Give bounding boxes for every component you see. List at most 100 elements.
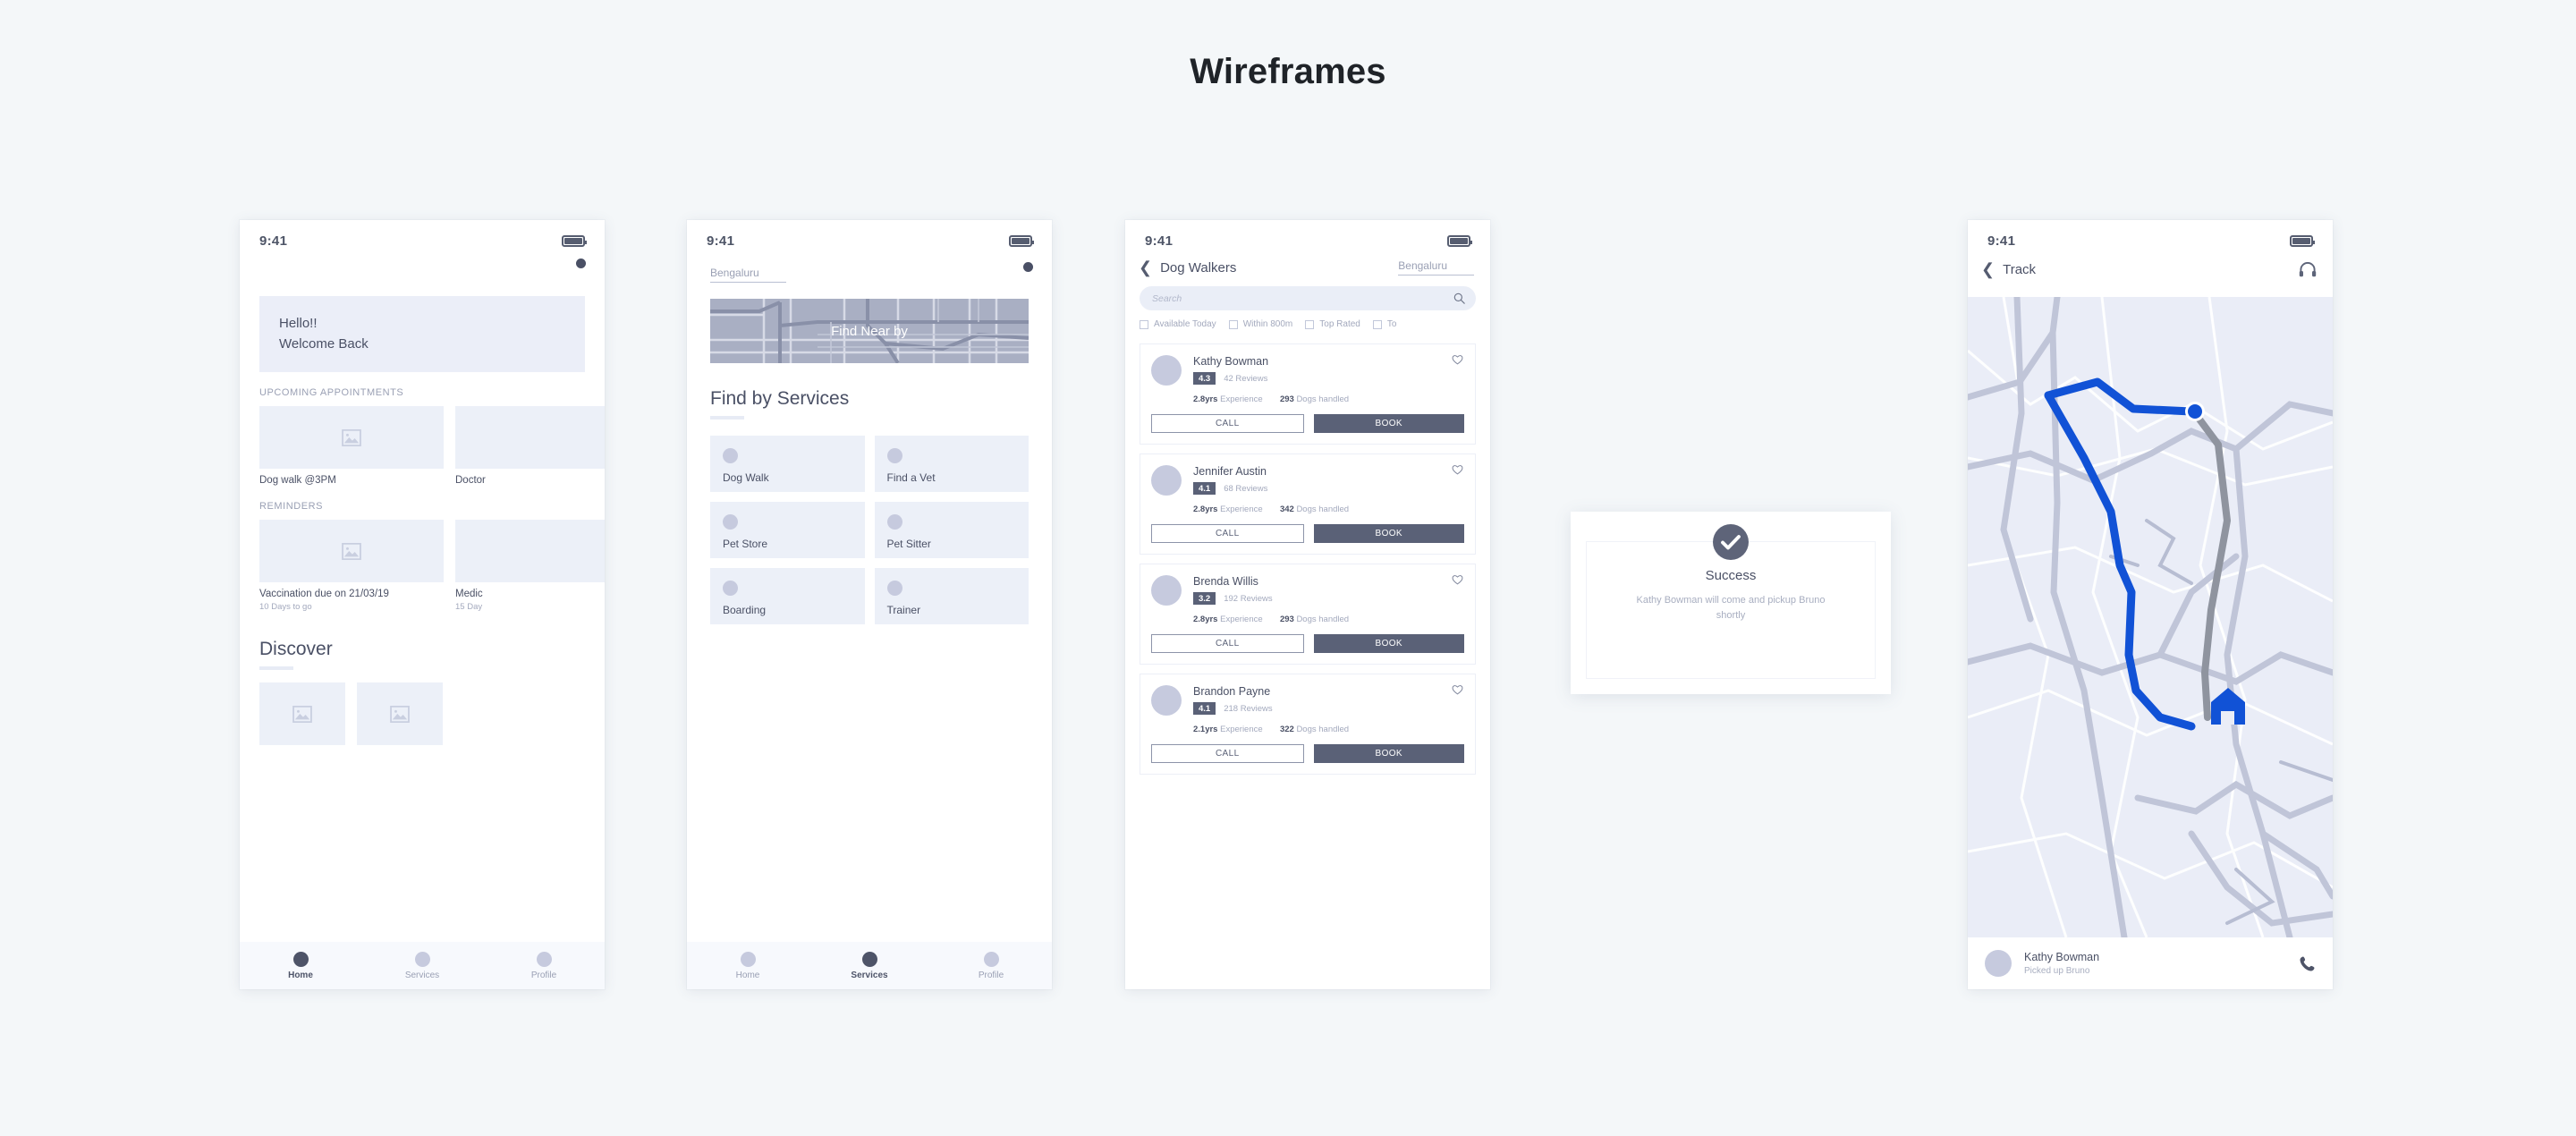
wireframe-board: Wireframes 9:41 Hello!! Welcome Back UPC… [0,0,2576,1136]
call-button[interactable]: CALL [1151,634,1304,653]
check-icon [1721,534,1741,549]
walker-card[interactable]: Brenda Willis 3.2 192 Reviews 2.8yrs Exp… [1140,564,1476,665]
search-icon[interactable] [1453,292,1465,304]
appointment-card[interactable]: Doctor [455,406,605,486]
favorite-heart-icon[interactable] [1452,464,1463,475]
discover-card[interactable] [259,682,345,745]
heading-accent-bar [259,666,293,670]
favorite-heart-icon[interactable] [1452,574,1463,585]
dogs-label: Dogs handled [1296,615,1350,624]
bottom-navigation[interactable]: Home Services Profile [240,942,605,989]
city-dropdown[interactable]: Bengaluru [1398,259,1474,276]
nav-item-profile[interactable]: Profile [483,951,605,980]
nav-item-services[interactable]: Services [361,951,483,980]
filter-top-rated[interactable]: Top Rated [1305,319,1360,329]
dogs-value: 293 [1279,615,1294,624]
nav-label: Home [288,970,313,980]
reminder-card[interactable]: Medic 15 Day [455,520,605,612]
book-button[interactable]: BOOK [1313,414,1464,433]
find-nearby-map[interactable]: Find Near by [710,299,1029,363]
book-button[interactable]: BOOK [1313,524,1464,543]
service-card-find-a-vet[interactable]: Find a Vet [874,436,1029,492]
avatar [1151,575,1182,606]
profile-avatar-button[interactable] [562,259,586,283]
nav-item-home[interactable]: Home [687,951,809,980]
favorite-heart-icon[interactable] [1452,354,1463,365]
dogs-label: Dogs handled [1296,504,1350,514]
checkbox-icon[interactable] [1305,319,1315,329]
headset-icon[interactable] [2299,261,2317,277]
checkbox-icon[interactable] [1140,319,1148,329]
service-card-pet-sitter[interactable]: Pet Sitter [874,502,1029,558]
image-placeholder-icon [342,428,361,446]
phone-screen-services: 9:41 Bengaluru Find Near by Find by Serv… [687,220,1052,989]
checkbox-icon[interactable] [1372,319,1382,329]
image-placeholder-icon [342,542,361,560]
page-title: Wireframes [1190,52,1386,91]
reviews-count: 192 Reviews [1224,593,1273,604]
filter-label: Top Rated [1319,319,1360,329]
services-grid[interactable]: Dog Walk Find a Vet Pet Store Pet Sitter… [710,436,1029,624]
services-icon [414,951,430,967]
success-modal-inner: Success Kathy Bowman will come and picku… [1586,524,1876,679]
service-card-trainer[interactable]: Trainer [874,568,1029,624]
profile-avatar-button[interactable] [1009,262,1033,286]
service-card-dog-walk[interactable]: Dog Walk [710,436,865,492]
walker-name: Kathy Bowman [2024,951,2100,963]
city-value: Bengaluru [710,267,759,279]
appointment-card[interactable]: Dog walk @3PM [259,406,444,486]
appointment-title: Dog walk @3PM [259,475,336,486]
call-button[interactable]: CALL [1151,524,1304,543]
reminder-card[interactable]: Vaccination due on 21/03/19 10 Days to g… [259,520,444,612]
experience-value: 2.8yrs [1193,615,1218,624]
phone-screen-track: 9:41 ❮ Track Kathy Bowman Picked up Brun… [1968,220,2333,989]
dogs-value: 293 [1279,394,1294,404]
search-input[interactable]: Search [1140,286,1476,310]
pet-sitter-icon [886,514,902,530]
experience-label: Experience [1220,504,1263,514]
book-button[interactable]: BOOK [1313,634,1464,653]
back-button[interactable]: ❮ Track [1981,261,2036,277]
walker-card[interactable]: Jennifer Austin 4.1 68 Reviews 2.8yrs Ex… [1140,454,1476,555]
app-bar: ❮ Track [1968,256,2333,277]
nav-item-home[interactable]: Home [240,951,361,980]
filter-available-today[interactable]: Available Today [1140,319,1216,329]
walker-status-bar[interactable]: Kathy Bowman Picked up Bruno [1968,937,2333,989]
city-dropdown[interactable]: Bengaluru [710,267,786,283]
pet-store-icon [723,514,738,530]
phone-icon[interactable] [2299,955,2316,972]
filter-truncated[interactable]: To [1372,319,1396,329]
favorite-heart-icon[interactable] [1452,684,1463,695]
experience-label: Experience [1220,725,1263,734]
discover-card[interactable] [357,682,443,745]
status-bar: 9:41 [240,220,605,256]
book-button[interactable]: BOOK [1313,744,1464,763]
walker-card[interactable]: Brandon Payne 4.1 218 Reviews 2.1yrs Exp… [1140,674,1476,775]
track-map[interactable] [1968,297,2333,937]
call-button[interactable]: CALL [1151,744,1304,763]
experience-value: 2.8yrs [1193,394,1218,404]
screen-title: Dog Walkers [1160,259,1237,276]
walker-card[interactable]: Kathy Bowman 4.3 42 Reviews 2.8yrs Exper… [1140,343,1476,445]
nav-item-profile[interactable]: Profile [930,951,1052,980]
reminders-caption: REMINDERS [259,501,323,512]
screen-title: Track [2003,261,2037,277]
call-button[interactable]: CALL [1151,414,1304,433]
success-modal: Success Kathy Bowman will come and picku… [1571,512,1891,694]
filter-chips[interactable]: Available Today Within 800m Top Rated To [1125,310,1490,329]
checkbox-icon[interactable] [1228,319,1238,329]
nav-item-services[interactable]: Services [809,951,930,980]
back-button[interactable]: ❮ Dog Walkers [1139,259,1236,276]
reminders-carousel[interactable]: Vaccination due on 21/03/19 10 Days to g… [240,520,605,612]
appointments-carousel[interactable]: Dog walk @3PM Doctor [240,406,605,486]
service-card-pet-store[interactable]: Pet Store [710,502,865,558]
filter-within-800m[interactable]: Within 800m [1228,319,1292,329]
nav-label: Services [851,970,888,980]
bottom-navigation[interactable]: Home Services Profile [687,942,1052,989]
discover-grid[interactable] [240,682,605,745]
service-label: Boarding [723,604,767,616]
reviews-count: 68 Reviews [1224,483,1268,494]
walker-stats: 2.8yrs Experience 342 Dogs handled [1193,504,1464,514]
service-card-boarding[interactable]: Boarding [710,568,865,624]
phone-screen-dog-walkers: 9:41 ❮ Dog Walkers Bengaluru Search Avai… [1125,220,1490,989]
